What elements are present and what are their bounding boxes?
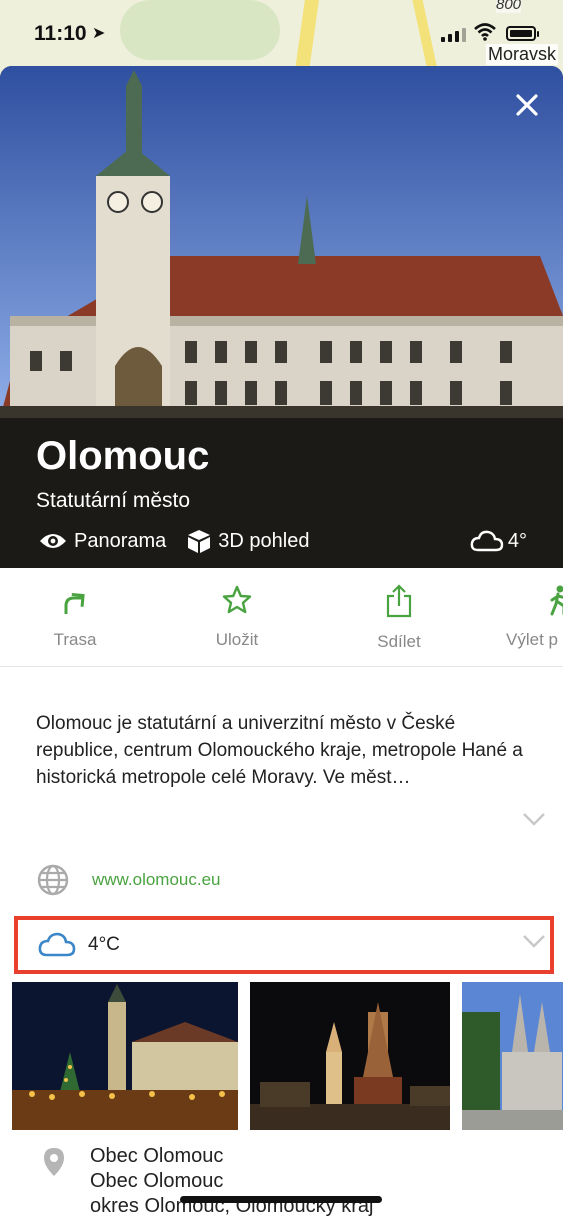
weather-row[interactable]: 4°C [14,916,554,974]
hero-temperature: 4° [470,526,527,556]
place-subtitle: Statutární město [36,489,191,512]
route-arrow-icon [64,592,85,614]
trip-button[interactable]: Výlet p [500,584,563,650]
status-bar: 11:10 ➤ [0,0,563,64]
star-icon [222,585,252,614]
place-detail-sheet: Olomouc Statutární město Panorama 3D poh… [0,66,563,1218]
route-label: Trasa [53,630,97,649]
photo-gallery [12,982,563,1130]
3d-view-label: 3D pohled [218,529,310,552]
place-description: Olomouc je statutární a univerzitní měst… [36,713,523,788]
weather-expand-chevron-icon [523,935,545,948]
holy-trinity-column-photo [250,982,450,1130]
website-link[interactable]: www.olomouc.eu [92,870,221,890]
panorama-label: Panorama [74,529,167,552]
location-arrow-icon: ➤ [92,25,106,42]
trip-label: Výlet p [506,630,558,649]
hero-header: Olomouc Statutární město Panorama 3D poh… [0,66,563,568]
panorama-button[interactable]: Panorama [38,530,166,553]
hero-temperature-value: 4° [507,529,527,552]
hero-action-group: Panorama 3D pohled [38,526,329,556]
cellular-signal-icon [441,26,466,42]
route-button[interactable]: Trasa [15,584,135,650]
share-button[interactable]: Sdílet [339,584,459,652]
website-row: www.olomouc.eu [36,864,221,896]
gallery-photo-christmas-market[interactable] [12,982,238,1130]
status-time: 11:10 [34,22,87,45]
cathedral-photo [462,982,563,1130]
town-hall-photo [0,66,563,418]
close-icon[interactable] [512,90,542,120]
address-block: Obec Olomouc Obec Olomouc okres Olomouc,… [90,1144,373,1218]
action-bar: Trasa Uložit Sdílet Výlet p [0,568,563,667]
location-pin-icon [44,1148,64,1176]
cube-icon [188,530,211,553]
eye-icon [40,534,66,548]
wifi-icon [474,23,496,41]
3d-view-button[interactable]: 3D pohled [186,528,309,554]
gallery-photo-holy-trinity-column[interactable] [250,982,450,1130]
globe-icon [37,864,69,896]
cloud-icon [470,530,504,552]
weather-temperature: 4°C [88,934,120,955]
save-label: Uložit [215,630,259,649]
share-label: Sdílet [377,632,421,651]
address-line: Obec Olomouc [90,1170,224,1192]
cloud-icon [38,932,76,957]
save-button[interactable]: Uložit [177,584,297,650]
place-title: Olomouc [36,434,210,478]
address-line: Obec Olomouc [90,1145,224,1167]
christmas-market-photo [12,982,238,1130]
gallery-photo-cathedral[interactable] [462,982,563,1130]
hiker-icon [550,585,563,616]
home-indicator[interactable] [180,1196,382,1203]
description-expand-chevron-icon[interactable] [522,812,546,826]
battery-icon [506,26,539,41]
share-icon [386,584,412,618]
